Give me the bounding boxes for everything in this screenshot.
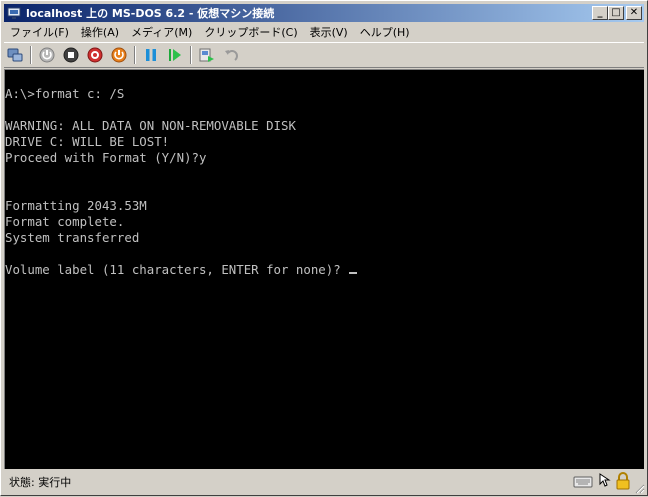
resume-icon[interactable] xyxy=(164,44,186,66)
menu-action[interactable]: 操作(A) xyxy=(75,24,125,40)
vm-connection-window: localhost 上の MS-DOS 6.2 - 仮想マシン接続 _ □ ✕ … xyxy=(0,0,648,496)
console-line: Proceed with Format (Y/N)?y xyxy=(5,150,207,165)
console-line: Formatting 2043.53M xyxy=(5,198,147,213)
start-icon[interactable] xyxy=(36,44,58,66)
console-line: DRIVE C: WILL BE LOST! xyxy=(5,134,170,149)
vm-connection-icon xyxy=(6,5,22,21)
power-reset-icon[interactable] xyxy=(108,44,130,66)
title-bar[interactable]: localhost 上の MS-DOS 6.2 - 仮想マシン接続 _ □ ✕ xyxy=(4,4,644,22)
minimize-button[interactable]: _ xyxy=(592,6,608,20)
menu-file[interactable]: ファイル(F) xyxy=(4,24,75,40)
pause-icon[interactable] xyxy=(140,44,162,66)
window-title: localhost 上の MS-DOS 6.2 - 仮想マシン接続 xyxy=(26,7,275,20)
menu-view[interactable]: 表示(V) xyxy=(304,24,354,40)
shut-down-icon[interactable] xyxy=(84,44,106,66)
toolbar-separator xyxy=(134,46,136,64)
toolbar-separator xyxy=(30,46,32,64)
menu-bar: ファイル(F) 操作(A) メディア(M) クリップボード(C) 表示(V) ヘ… xyxy=(4,23,644,41)
console-line: System transferred xyxy=(5,230,140,245)
close-button[interactable]: ✕ xyxy=(626,6,642,20)
dos-console: A:\>format c: /S WARNING: ALL DATA ON NO… xyxy=(5,70,644,278)
revert-icon[interactable] xyxy=(220,44,242,66)
text-cursor xyxy=(348,272,357,274)
status-text: 状態: 実行中 xyxy=(9,476,72,489)
console-line: A:\>format c: /S xyxy=(5,86,125,101)
menu-clipboard[interactable]: クリップボード(C) xyxy=(198,24,303,40)
ctrl-alt-del-icon[interactable] xyxy=(4,44,26,66)
lock-icon xyxy=(615,472,631,493)
console-line: WARNING: ALL DATA ON NON-REMOVABLE DISK xyxy=(5,118,296,133)
console-line: Volume label (11 characters, ENTER for n… xyxy=(5,262,341,277)
menu-media[interactable]: メディア(M) xyxy=(125,24,198,40)
vm-display[interactable]: A:\>format c: /S WARNING: ALL DATA ON NO… xyxy=(4,69,644,469)
toolbar xyxy=(4,42,644,68)
resize-grip-icon[interactable] xyxy=(633,482,645,494)
console-line: Format complete. xyxy=(5,214,125,229)
turn-off-icon[interactable] xyxy=(60,44,82,66)
menu-help[interactable]: ヘルプ(H) xyxy=(354,24,416,40)
snapshot-icon[interactable] xyxy=(196,44,218,66)
maximize-button[interactable]: □ xyxy=(608,6,624,20)
toolbar-separator xyxy=(190,46,192,64)
keyboard-icon xyxy=(573,473,593,492)
status-bar: 状態: 実行中 xyxy=(3,470,645,494)
mouse-icon xyxy=(597,472,611,493)
